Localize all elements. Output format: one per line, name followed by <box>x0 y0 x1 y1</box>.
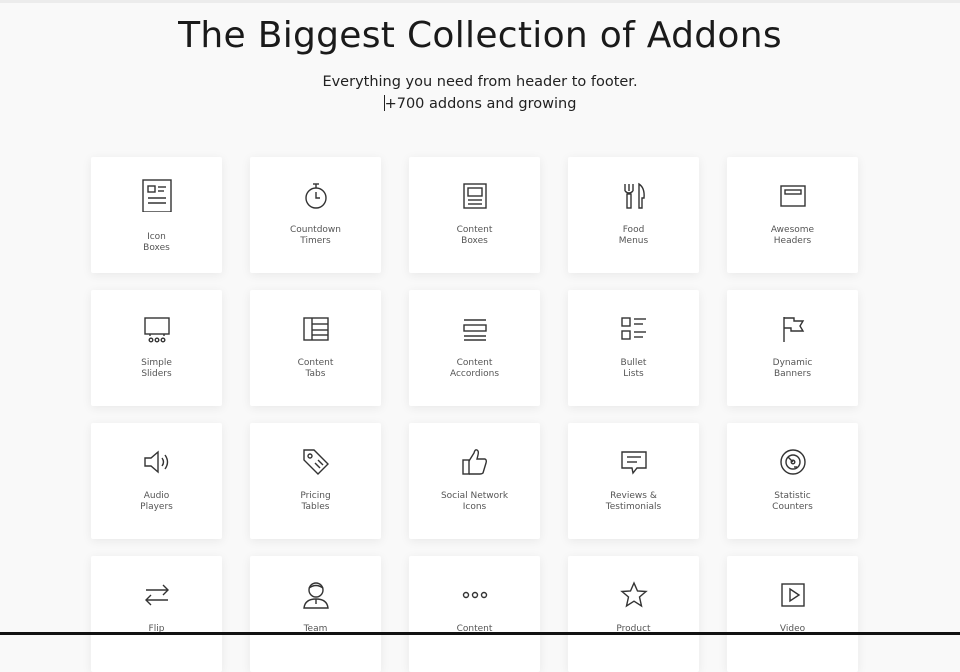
slider-icon <box>140 312 174 346</box>
addon-card-icon-boxes[interactable]: Icon Boxes <box>91 157 222 273</box>
flag-icon <box>776 312 810 346</box>
thumbs-up-icon <box>458 445 492 479</box>
addon-card-awesome-headers[interactable]: Awesome Headers <box>727 157 858 273</box>
top-border <box>0 0 960 3</box>
addon-card-reviews-testimonials[interactable]: Reviews & Testimonials <box>568 423 699 539</box>
gauge-icon <box>776 445 810 479</box>
addon-card-video[interactable]: Video <box>727 556 858 672</box>
addon-card-countdown-timers[interactable]: Countdown Timers <box>250 157 381 273</box>
fork-knife-icon <box>617 179 651 213</box>
accordion-icon <box>458 312 492 346</box>
bullet-list-icon <box>617 312 651 346</box>
addon-card-label: Simple Sliders <box>141 358 172 379</box>
addon-card-simple-sliders[interactable]: Simple Sliders <box>91 290 222 406</box>
speaker-icon <box>140 445 174 479</box>
addon-count-text: +700 addons and growing <box>0 94 960 114</box>
addon-card-content[interactable]: Content <box>409 556 540 672</box>
header-window-icon <box>776 179 810 213</box>
addon-card-label: Statistic Counters <box>772 491 813 512</box>
addon-card-label: Countdown Timers <box>289 225 341 246</box>
addon-card-dynamic-banners[interactable]: Dynamic Banners <box>727 290 858 406</box>
addon-card-label: Awesome Headers <box>770 225 815 246</box>
stopwatch-icon <box>299 179 333 213</box>
addon-card-label: Bullet Lists <box>620 358 647 379</box>
page-title: The Biggest Collection of Addons <box>178 15 782 56</box>
addon-count-label: +700 addons and growing <box>384 96 577 112</box>
addon-card-label: Audio Players <box>140 491 173 512</box>
addon-card-label: Content Boxes <box>456 225 493 246</box>
person-icon <box>299 578 333 612</box>
addon-card-content-accordions[interactable]: Content Accordions <box>409 290 540 406</box>
play-icon <box>776 578 810 612</box>
icon-box-icon <box>140 178 174 212</box>
addon-card-label: Food Menus <box>618 225 649 246</box>
addon-card-pricing-tables[interactable]: Pricing Tables <box>250 423 381 539</box>
page-subtitle: Everything you need from header to foote… <box>322 74 638 90</box>
addon-card-label: Pricing Tables <box>300 491 331 512</box>
addon-card-food-menus[interactable]: Food Menus <box>568 157 699 273</box>
addon-card-label: Icon Boxes <box>143 232 170 253</box>
content-box-icon <box>458 179 492 213</box>
dots-icon <box>458 578 492 612</box>
addon-card-bullet-lists[interactable]: Bullet Lists <box>568 290 699 406</box>
addon-card-content-tabs[interactable]: Content Tabs <box>250 290 381 406</box>
addon-card-label: Dynamic Banners <box>772 358 813 379</box>
tabs-icon <box>299 312 333 346</box>
addon-card-content-boxes[interactable]: Content Boxes <box>409 157 540 273</box>
addon-card-label: Reviews & Testimonials <box>605 491 662 512</box>
addon-card-social-network-icons[interactable]: Social Network Icons <box>409 423 540 539</box>
addon-card-flip[interactable]: Flip <box>91 556 222 672</box>
price-tag-icon <box>299 445 333 479</box>
comment-icon <box>617 445 651 479</box>
addon-card-label: Social Network Icons <box>440 491 509 512</box>
addon-card-statistic-counters[interactable]: Statistic Counters <box>727 423 858 539</box>
addon-card-audio-players[interactable]: Audio Players <box>91 423 222 539</box>
addon-card-label: Content Accordions <box>449 358 500 379</box>
addon-card-label: Content Tabs <box>297 358 334 379</box>
addon-card-product[interactable]: Product <box>568 556 699 672</box>
star-icon <box>617 578 651 612</box>
swap-arrows-icon <box>140 578 174 612</box>
addon-card-team[interactable]: Team <box>250 556 381 672</box>
